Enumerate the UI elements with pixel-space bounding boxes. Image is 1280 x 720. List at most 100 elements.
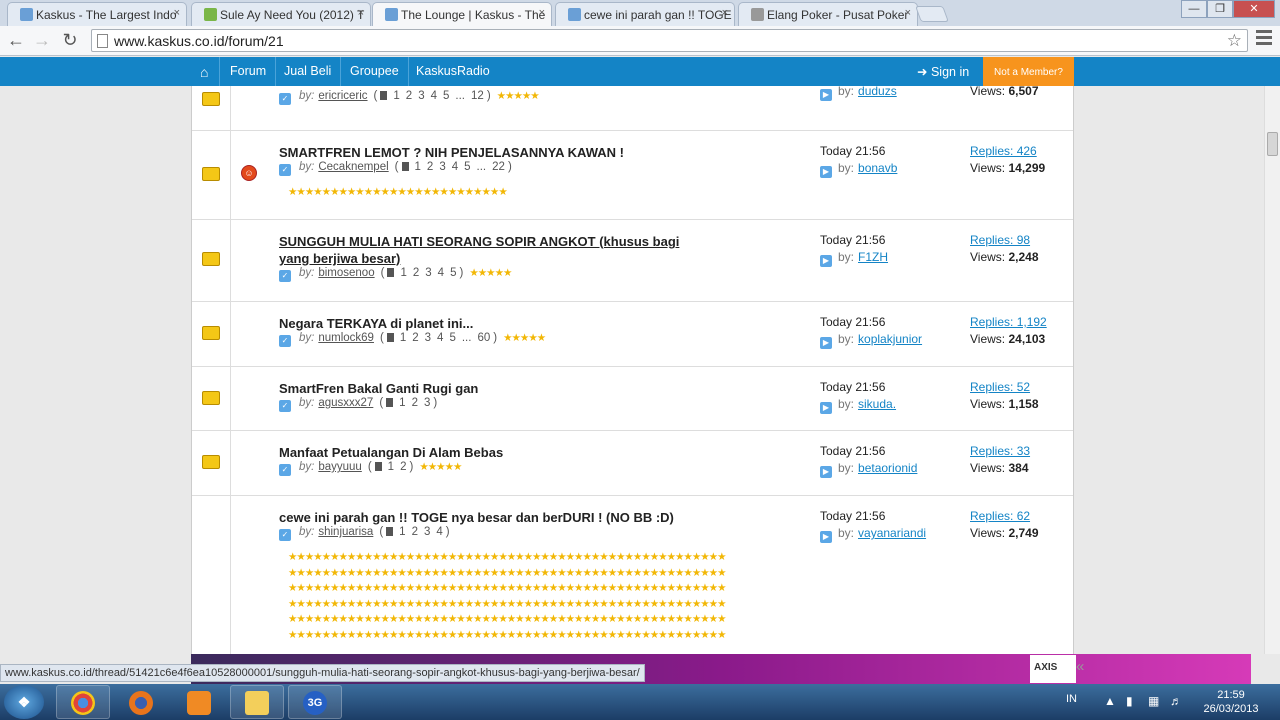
- minimize-button[interactable]: —: [1181, 0, 1207, 18]
- thread-author[interactable]: numlock69: [318, 332, 374, 344]
- page-link[interactable]: 5: [449, 332, 455, 344]
- page-link[interactable]: 4: [438, 267, 444, 279]
- thread-check-icon[interactable]: ✓: [279, 335, 291, 347]
- page-link[interactable]: 1: [400, 332, 406, 344]
- page-link[interactable]: 5: [443, 90, 449, 102]
- close-tab-icon[interactable]: ×: [174, 7, 180, 19]
- home-icon[interactable]: ⌂: [191, 57, 220, 86]
- thread-check-icon[interactable]: ✓: [279, 270, 291, 282]
- thread-check-icon[interactable]: ✓: [279, 164, 291, 176]
- close-tab-icon[interactable]: ×: [722, 7, 728, 19]
- thread-author[interactable]: bayyuuu: [318, 461, 361, 473]
- page-link[interactable]: 4: [437, 332, 443, 344]
- page-link[interactable]: 2: [412, 526, 418, 538]
- thread-author[interactable]: agusxxx27: [318, 397, 373, 409]
- page-link[interactable]: 5: [464, 161, 470, 173]
- page-link[interactable]: 2: [400, 461, 406, 473]
- thread-title[interactable]: Manfaat Petualangan Di Alam Bebas: [279, 444, 699, 461]
- close-tab-icon[interactable]: ×: [358, 7, 364, 19]
- volume-icon[interactable]: ♬: [1170, 694, 1182, 708]
- goto-last-post-icon[interactable]: ▶: [820, 255, 832, 267]
- nav-groupee[interactable]: Groupee: [341, 57, 409, 86]
- nav-jual-beli[interactable]: Jual Beli: [275, 57, 342, 86]
- page-link[interactable]: 3: [418, 90, 424, 102]
- thread-title[interactable]: SUNGGUH MULIA HATI SEORANG SOPIR ANGKOT …: [279, 233, 699, 267]
- goto-last-post-icon[interactable]: ▶: [820, 166, 832, 178]
- thread-author[interactable]: Cecaknempel: [318, 161, 388, 173]
- goto-last-post-icon[interactable]: ▶: [820, 89, 832, 101]
- nav-forum[interactable]: Forum: [221, 57, 277, 86]
- page-link[interactable]: 3: [439, 161, 445, 173]
- goto-last-post-icon[interactable]: ▶: [820, 531, 832, 543]
- start-button[interactable]: ❖: [4, 685, 44, 719]
- thread-title[interactable]: cewe ini parah gan !! TOGE nya besar dan…: [279, 509, 699, 526]
- tab-5[interactable]: Elang Poker - Pusat Poker ×: [738, 2, 918, 26]
- close-button[interactable]: ✕: [1233, 0, 1275, 18]
- replies-link[interactable]: Replies: 33: [970, 444, 1030, 458]
- replies-link[interactable]: Replies: 1,192: [970, 315, 1047, 329]
- thread-author[interactable]: ericriceric: [318, 90, 367, 102]
- address-bar[interactable]: www.kaskus.co.id/forum/21 ☆: [91, 29, 1248, 52]
- nav-kaskusradio[interactable]: KaskusRadio: [407, 57, 499, 86]
- page-link[interactable]: 3: [425, 267, 431, 279]
- reload-button[interactable]: ↻: [59, 29, 81, 51]
- thread-title[interactable]: Negara TERKAYA di planet ini...: [279, 315, 699, 332]
- replies-link[interactable]: Replies: 52: [970, 380, 1030, 394]
- last-poster[interactable]: betaorionid: [858, 461, 917, 475]
- not-a-member-button[interactable]: Not a Member?: [983, 57, 1074, 89]
- thread-check-icon[interactable]: ✓: [279, 400, 291, 412]
- page-link[interactable]: 2: [406, 90, 412, 102]
- new-tab-button[interactable]: [915, 6, 949, 22]
- page-link[interactable]: 1: [399, 526, 405, 538]
- taskbar-firefox[interactable]: [114, 685, 168, 719]
- goto-last-post-icon[interactable]: ▶: [820, 466, 832, 478]
- axis-logo[interactable]: AXIS: [1030, 655, 1076, 683]
- thread-title[interactable]: SMARTFREN LEMOT ? NIH PENJELASANNYA KAWA…: [279, 144, 699, 161]
- language-indicator[interactable]: IN: [1066, 693, 1077, 705]
- page-link[interactable]: 3: [424, 397, 430, 409]
- thread-author[interactable]: bimosenoo: [318, 267, 374, 279]
- menu-icon[interactable]: [1256, 30, 1272, 48]
- thread-check-icon[interactable]: ✓: [279, 464, 291, 476]
- taskbar-chrome[interactable]: [56, 685, 110, 719]
- close-tab-icon[interactable]: ×: [539, 7, 545, 19]
- replies-link[interactable]: Replies: 426: [970, 144, 1037, 158]
- page-link[interactable]: 1: [400, 267, 406, 279]
- page-link[interactable]: 1: [399, 397, 405, 409]
- network-icon[interactable]: ▦: [1148, 694, 1159, 708]
- scrollbar[interactable]: [1264, 86, 1280, 654]
- taskbar-explorer[interactable]: [230, 685, 284, 719]
- thread-check-icon[interactable]: ✓: [279, 93, 291, 105]
- page-link[interactable]: 3: [424, 526, 430, 538]
- replies-link[interactable]: Replies: 62: [970, 509, 1030, 523]
- goto-last-post-icon[interactable]: ▶: [820, 402, 832, 414]
- clock[interactable]: 21:59 26/03/2013: [1196, 688, 1266, 716]
- last-poster[interactable]: duduzs: [858, 86, 897, 98]
- forward-button[interactable]: →: [31, 29, 53, 51]
- page-link[interactable]: 3: [425, 332, 431, 344]
- page-link[interactable]: 2: [427, 161, 433, 173]
- thread-check-icon[interactable]: ✓: [279, 529, 291, 541]
- thread-author[interactable]: shinjuarisa: [318, 526, 373, 538]
- page-link[interactable]: 22: [492, 161, 505, 173]
- page-link[interactable]: 5: [450, 267, 456, 279]
- last-poster[interactable]: vayanariandi: [858, 526, 926, 540]
- page-link[interactable]: 2: [412, 332, 418, 344]
- last-poster[interactable]: koplakjunior: [858, 332, 922, 346]
- replies-link[interactable]: Replies: 98: [970, 233, 1030, 247]
- bookmark-star-icon[interactable]: ☆: [1227, 31, 1242, 51]
- page-link[interactable]: 4: [436, 526, 442, 538]
- last-poster[interactable]: F1ZH: [858, 250, 888, 264]
- close-tab-icon[interactable]: ×: [905, 7, 911, 19]
- collapse-ad-icon[interactable]: «: [1076, 658, 1084, 675]
- tab-4[interactable]: cewe ini parah gan !! TOGE ×: [555, 2, 735, 26]
- scrollbar-thumb[interactable]: [1267, 132, 1278, 156]
- page-link[interactable]: 60: [477, 332, 490, 344]
- show-hidden-icons-icon[interactable]: ▲: [1104, 694, 1116, 708]
- tab-2[interactable]: Sule Ay Need You (2012) T ×: [191, 2, 371, 26]
- last-poster[interactable]: sikuda.: [858, 397, 896, 411]
- last-poster[interactable]: bonavb: [858, 161, 897, 175]
- thread-title[interactable]: SmartFren Bakal Ganti Rugi gan: [279, 380, 699, 397]
- sign-in-link[interactable]: ➜ Sign in: [917, 64, 969, 79]
- taskbar-3g-modem[interactable]: 3G: [288, 685, 342, 719]
